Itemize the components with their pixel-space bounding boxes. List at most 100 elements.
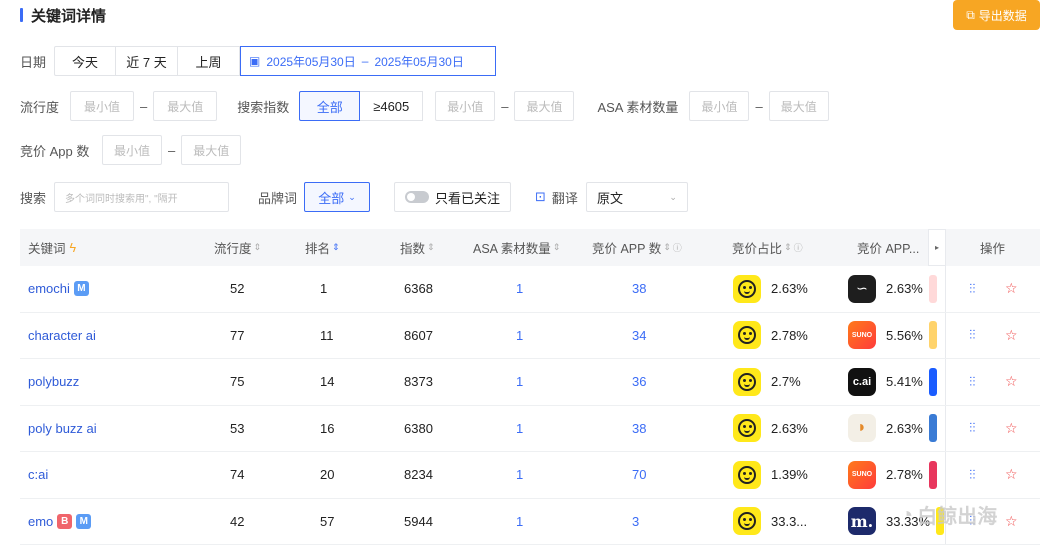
search-index-max-input[interactable]: 最大值 (514, 91, 575, 121)
bid-app-list-cell: SUNO 5.56% (848, 321, 945, 350)
popularity-min-input[interactable]: 最小值 (70, 91, 134, 121)
search-index-min-input[interactable]: 最小值 (435, 91, 496, 121)
date-option-7days[interactable]: 近 7 天 (116, 46, 178, 76)
bid-share-value: 2.78% (771, 327, 808, 343)
translate-label: 翻译 (551, 190, 578, 206)
asa-cell[interactable]: 1 (516, 514, 523, 529)
keyword-cell[interactable]: poly buzz ai (28, 421, 97, 436)
bid-apps-cell[interactable]: 3 (632, 514, 639, 529)
emochi-app-icon (733, 507, 761, 536)
title-accent-bar (20, 8, 23, 22)
translate-icon: ⊡ (535, 189, 546, 204)
date-option-lastweek[interactable]: 上周 (178, 46, 240, 76)
brand-select[interactable]: 全部 ⌄ (304, 182, 370, 212)
bid-apps-cell[interactable]: 70 (632, 467, 646, 482)
date-range-separator: – (361, 54, 369, 68)
translate-control: ⊡ 翻译 (535, 188, 578, 207)
date-range-end: 2025年05月30日 (374, 54, 464, 69)
date-option-today[interactable]: 今天 (54, 46, 116, 76)
date-range-picker[interactable]: ▣ 2025年05月30日 – 2025年05月30日 (240, 46, 496, 76)
next-app-icon-peek (928, 460, 937, 489)
range-dash: – (168, 142, 176, 158)
badge-m: M (73, 281, 89, 297)
bid-app-max-input[interactable]: 最大值 (181, 135, 242, 165)
asa-min-input[interactable]: 最小值 (689, 91, 750, 121)
scroll-right-button[interactable]: ▸ (928, 229, 946, 266)
watermark: ◔ 白鲸出海 (900, 500, 997, 529)
keyword-search-input[interactable]: 多个词同时搜索用", "隔开 (54, 182, 229, 212)
asa-max-input[interactable]: 最大值 (768, 91, 829, 121)
trend-chart-icon[interactable]: ⫶⫶ (969, 467, 976, 483)
asa-cell[interactable]: 1 (516, 467, 523, 482)
index-cell: 6380 (404, 420, 433, 436)
star-icon[interactable]: ☆ (1005, 420, 1018, 437)
calendar-icon: ▣ (249, 54, 261, 68)
asa-cell[interactable]: 1 (516, 374, 523, 389)
info-icon: ⓘ (672, 243, 682, 253)
search-index-threshold[interactable]: ≥4605 (360, 91, 424, 121)
header-asa[interactable]: ASA 素材数量 ⇕ (473, 238, 560, 257)
asa-cell[interactable]: 1 (516, 328, 523, 343)
sort-icon: ⇕ (784, 242, 792, 252)
keyword-cell[interactable]: c:ai (28, 467, 48, 482)
emochi-app-icon (733, 367, 761, 396)
bid-apps-cell[interactable]: 34 (632, 328, 646, 343)
header-rank[interactable]: 排名 ⇕ (305, 238, 340, 257)
chevron-down-icon: ⌄ (669, 191, 677, 202)
search-label: 搜索 (20, 190, 47, 206)
bid-apps-cell[interactable]: 36 (632, 374, 646, 389)
trend-chart-icon[interactable]: ⫶⫶ (969, 374, 976, 390)
bid-app-min-input[interactable]: 最小值 (102, 135, 162, 165)
trend-chart-icon[interactable]: ⫶⫶ (969, 281, 976, 297)
emochi-app-icon (733, 460, 761, 489)
next-app-icon-peek (928, 321, 937, 350)
range-dash: – (140, 98, 148, 114)
header-keyword: 关键词 ϟ (28, 240, 77, 257)
bid-share-value: 2.7% (771, 374, 801, 390)
sticky-column-divider (945, 266, 946, 312)
header-bid-apps[interactable]: 竞价 APP 数 ⇕ ⓘ (592, 238, 682, 257)
star-icon[interactable]: ☆ (1005, 513, 1018, 530)
star-icon[interactable]: ☆ (1005, 373, 1018, 390)
trend-chart-icon[interactable]: ⫶⫶ (969, 327, 976, 343)
watermark-text: 白鲸出海 (917, 506, 998, 528)
keyword-cell[interactable]: emo B M (28, 513, 92, 529)
header-popularity[interactable]: 流行度 ⇕ (214, 238, 261, 257)
sticky-column-divider (945, 452, 946, 498)
popularity-cell: 77 (230, 327, 245, 343)
keyword-cell[interactable]: polybuzz (28, 374, 79, 389)
rank-cell: 14 (320, 374, 335, 390)
index-cell: 8234 (404, 467, 433, 483)
asa-cell[interactable]: 1 (516, 421, 523, 436)
star-icon[interactable]: ☆ (1005, 327, 1018, 344)
trend-chart-icon[interactable]: ⫶⫶ (969, 420, 976, 436)
bid-apps-cell[interactable]: 38 (632, 421, 646, 436)
index-cell: 5944 (404, 513, 433, 529)
popularity-cell: 42 (230, 513, 245, 529)
header-index[interactable]: 指数 ⇕ (400, 238, 435, 257)
star-icon[interactable]: ☆ (1005, 466, 1018, 483)
toggle-switch[interactable] (405, 191, 429, 203)
follow-only-toggle[interactable]: 只看已关注 (394, 182, 512, 212)
bid-share-cell: 2.78% (733, 321, 808, 350)
sort-icon: ⇕ (332, 242, 340, 252)
translate-select-value: 原文 (596, 190, 623, 206)
translate-select[interactable]: 原文 ⌄ (585, 182, 688, 212)
sort-icon: ⇕ (663, 242, 671, 252)
app-icon-dark: ∽ (848, 274, 876, 303)
bid-apps-cell[interactable]: 38 (632, 281, 646, 296)
bid-app-share-value: 5.41% (886, 374, 923, 390)
bid-app-list-cell: ◗ 2.63% (848, 414, 945, 443)
header-bid-share[interactable]: 竞价占比 ⇕ ⓘ (732, 238, 803, 257)
keyword-cell[interactable]: character ai (28, 328, 96, 343)
popularity-cell: 74 (230, 467, 245, 483)
table-body: emochi M 52 1 6368 1 38 2.63% ∽ 2.63% ⫶⫶ … (20, 266, 1040, 545)
asa-cell[interactable]: 1 (516, 281, 523, 296)
bid-app-list-cell: c.ai 5.41% (848, 367, 945, 396)
star-icon[interactable]: ☆ (1005, 280, 1018, 297)
search-index-all[interactable]: 全部 (299, 91, 361, 121)
export-data-button[interactable]: ⧉ 导出数据 (953, 0, 1040, 30)
bid-share-value: 2.63% (771, 281, 808, 297)
keyword-cell[interactable]: emochi M (28, 281, 89, 297)
popularity-max-input[interactable]: 最大值 (153, 91, 218, 121)
